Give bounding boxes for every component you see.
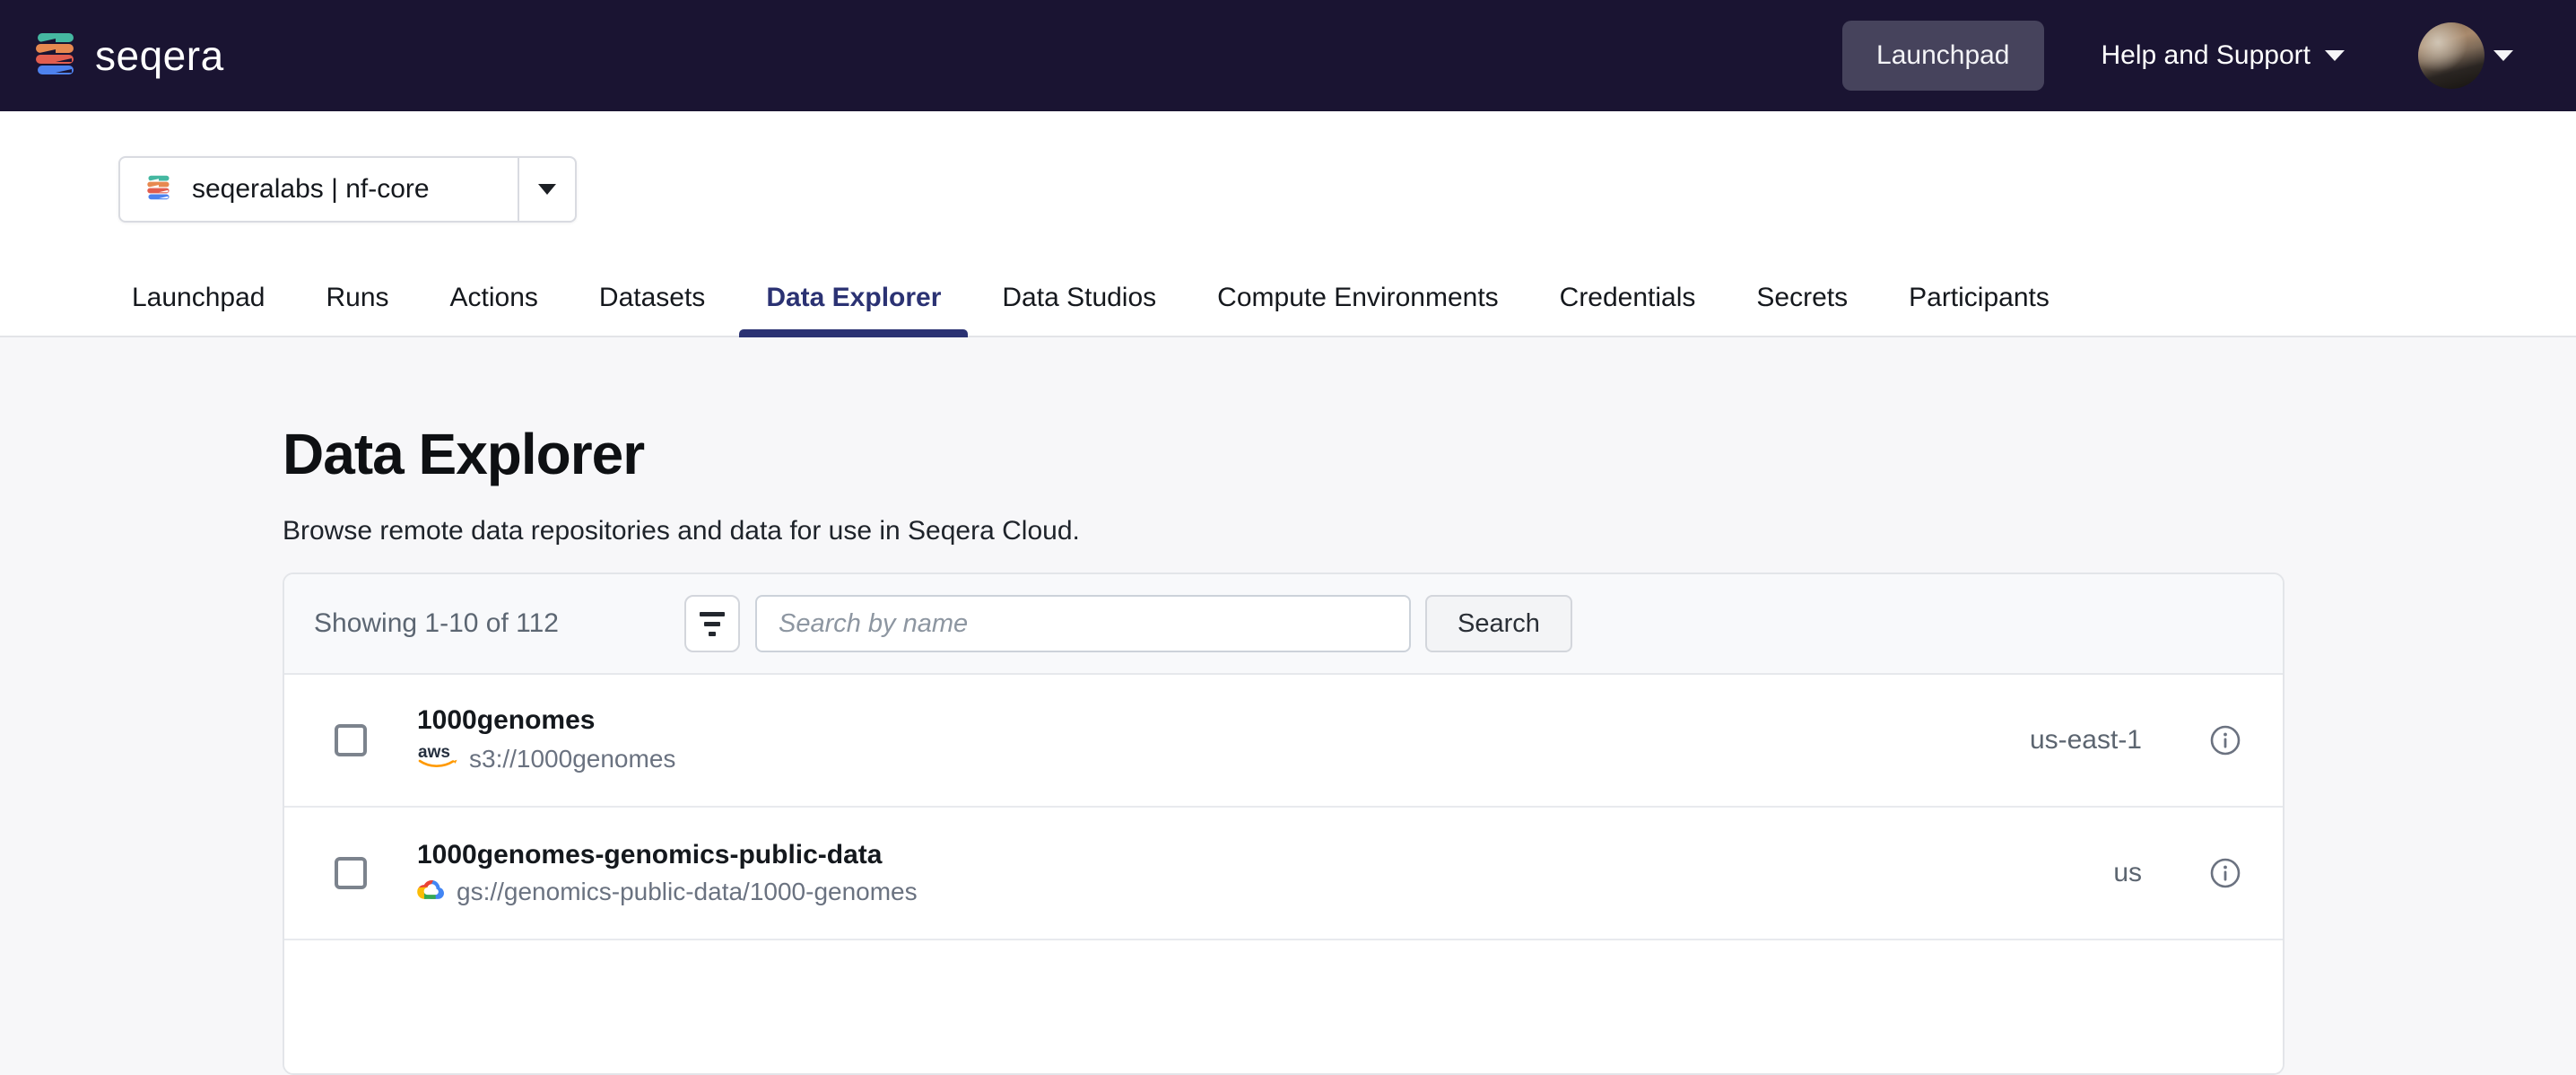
tab-secrets[interactable]: Secrets <box>1729 269 1875 336</box>
filter-button[interactable] <box>684 595 740 652</box>
workspace-header: seqeralabs | nf-core Launchpad Runs Acti… <box>0 111 2576 337</box>
workspace-selector-main[interactable]: seqeralabs | nf-core <box>120 158 518 221</box>
tab-datasets[interactable]: Datasets <box>572 269 732 336</box>
results-count: Showing 1-10 of 112 <box>314 608 559 639</box>
workspace-selector-label: seqeralabs | nf-core <box>192 174 430 205</box>
brand[interactable]: seqera <box>32 31 224 82</box>
region-label: us-east-1 <box>2030 725 2142 756</box>
table-toolbar: Showing 1-10 of 112 Search <box>284 574 2283 675</box>
workspace-selector[interactable]: seqeralabs | nf-core <box>118 156 577 223</box>
table-row[interactable]: 1000genomes aws s3://1000genomes us-east… <box>284 675 2283 808</box>
info-icon[interactable] <box>2209 857 2241 889</box>
aws-icon: aws <box>417 742 458 775</box>
svg-text:aws: aws <box>418 743 450 762</box>
bucket-uri-line: gs://genomics-public-data/1000-genomes <box>417 877 918 907</box>
help-menu-label: Help and Support <box>2102 40 2311 71</box>
tab-data-studios[interactable]: Data Studios <box>975 269 1183 336</box>
bucket-name[interactable]: 1000genomes-genomics-public-data <box>417 840 918 870</box>
bucket-name[interactable]: 1000genomes <box>417 705 675 736</box>
top-navbar: seqera Launchpad Help and Support <box>0 0 2576 111</box>
page-title: Data Explorer <box>283 425 2576 483</box>
region-label: us <box>2113 858 2142 888</box>
chevron-down-icon <box>2493 50 2513 61</box>
tab-launchpad[interactable]: Launchpad <box>105 269 292 336</box>
workspace-tabs: Launchpad Runs Actions Datasets Data Exp… <box>0 269 2576 337</box>
user-menu[interactable] <box>2418 22 2513 89</box>
table-row[interactable]: 1000genomes-genomics-public-data <box>284 808 2283 940</box>
tab-participants[interactable]: Participants <box>1882 269 2076 336</box>
info-icon[interactable] <box>2209 724 2241 756</box>
tab-runs[interactable]: Runs <box>299 269 415 336</box>
row-main: 1000genomes-genomics-public-data <box>417 840 918 907</box>
search-input[interactable] <box>755 595 1411 652</box>
main-content: Data Explorer Browse remote data reposit… <box>0 337 2576 1075</box>
row-checkbox[interactable] <box>335 724 367 756</box>
search-button[interactable]: Search <box>1425 595 1572 652</box>
gcp-icon <box>417 877 446 907</box>
filter-icon <box>700 612 725 616</box>
tab-data-explorer[interactable]: Data Explorer <box>739 269 968 336</box>
seqera-logo-icon <box>32 31 79 82</box>
tab-compute-environments[interactable]: Compute Environments <box>1190 269 1525 336</box>
chevron-down-icon <box>2325 50 2345 61</box>
bucket-uri-line: aws s3://1000genomes <box>417 742 675 775</box>
page-subtitle: Browse remote data repositories and data… <box>283 515 2576 547</box>
table-row[interactable] <box>284 940 2283 1073</box>
tab-credentials[interactable]: Credentials <box>1533 269 1723 336</box>
chevron-down-icon <box>538 184 556 195</box>
launchpad-button[interactable]: Launchpad <box>1842 21 2043 91</box>
row-checkbox[interactable] <box>335 857 367 889</box>
workspace-selector-dropdown[interactable] <box>518 158 575 221</box>
brand-wordmark: seqera <box>95 31 224 80</box>
data-repositories-card: Showing 1-10 of 112 Search 1000genomes a… <box>283 572 2284 1075</box>
bucket-uri: s3://1000genomes <box>469 745 675 773</box>
row-main: 1000genomes aws s3://1000genomes <box>417 705 675 775</box>
tab-actions[interactable]: Actions <box>423 269 565 336</box>
workspace-logo-icon <box>145 174 172 205</box>
avatar[interactable] <box>2418 22 2485 89</box>
help-and-support-menu[interactable]: Help and Support <box>2102 40 2345 71</box>
bucket-uri: gs://genomics-public-data/1000-genomes <box>457 878 918 906</box>
